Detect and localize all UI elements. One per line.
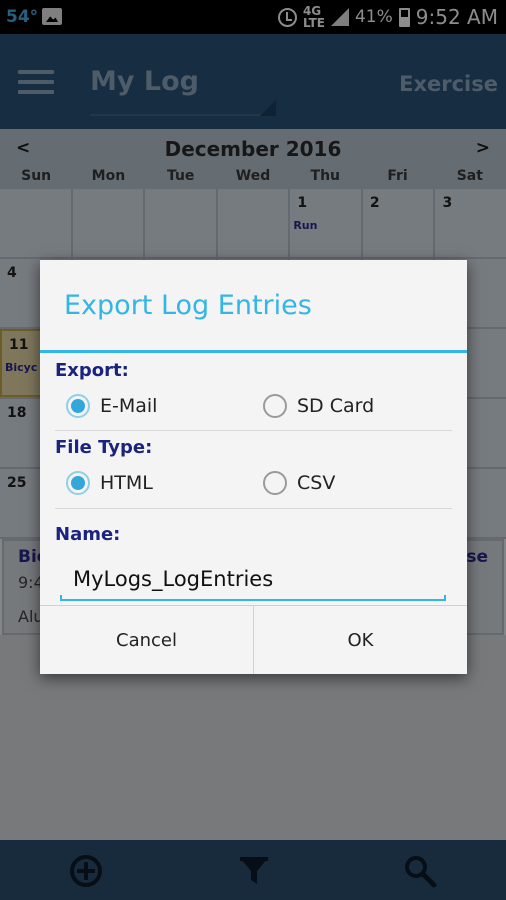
section-divider xyxy=(55,508,452,509)
section-divider xyxy=(55,430,452,431)
radio-html[interactable]: HTML xyxy=(66,471,153,495)
export-label: Export: xyxy=(55,360,129,381)
cancel-button[interactable]: Cancel xyxy=(40,606,254,674)
radio-sd-card-control[interactable] xyxy=(263,394,287,418)
radio-email[interactable]: E-Mail xyxy=(66,394,157,418)
radio-email-label: E-Mail xyxy=(100,395,158,417)
radio-csv-label: CSV xyxy=(297,472,336,494)
radio-sd-card-label: SD Card xyxy=(297,395,375,417)
filename-input[interactable] xyxy=(60,558,446,600)
radio-html-label: HTML xyxy=(100,472,153,494)
file-type-label: File Type: xyxy=(55,437,153,458)
radio-csv-control[interactable] xyxy=(263,471,287,495)
radio-email-control[interactable] xyxy=(66,394,90,418)
title-divider xyxy=(40,350,467,353)
dialog-button-bar: Cancel OK xyxy=(40,605,467,674)
radio-sd-card[interactable]: SD Card xyxy=(263,394,374,418)
radio-html-control[interactable] xyxy=(66,471,90,495)
name-label: Name: xyxy=(55,524,121,545)
dialog-title: Export Log Entries xyxy=(64,290,312,321)
radio-csv[interactable]: CSV xyxy=(263,471,335,495)
export-dialog: Export Log Entries Export: E-Mail SD Car… xyxy=(40,260,467,674)
input-underline xyxy=(60,595,446,601)
ok-button[interactable]: OK xyxy=(254,606,467,674)
